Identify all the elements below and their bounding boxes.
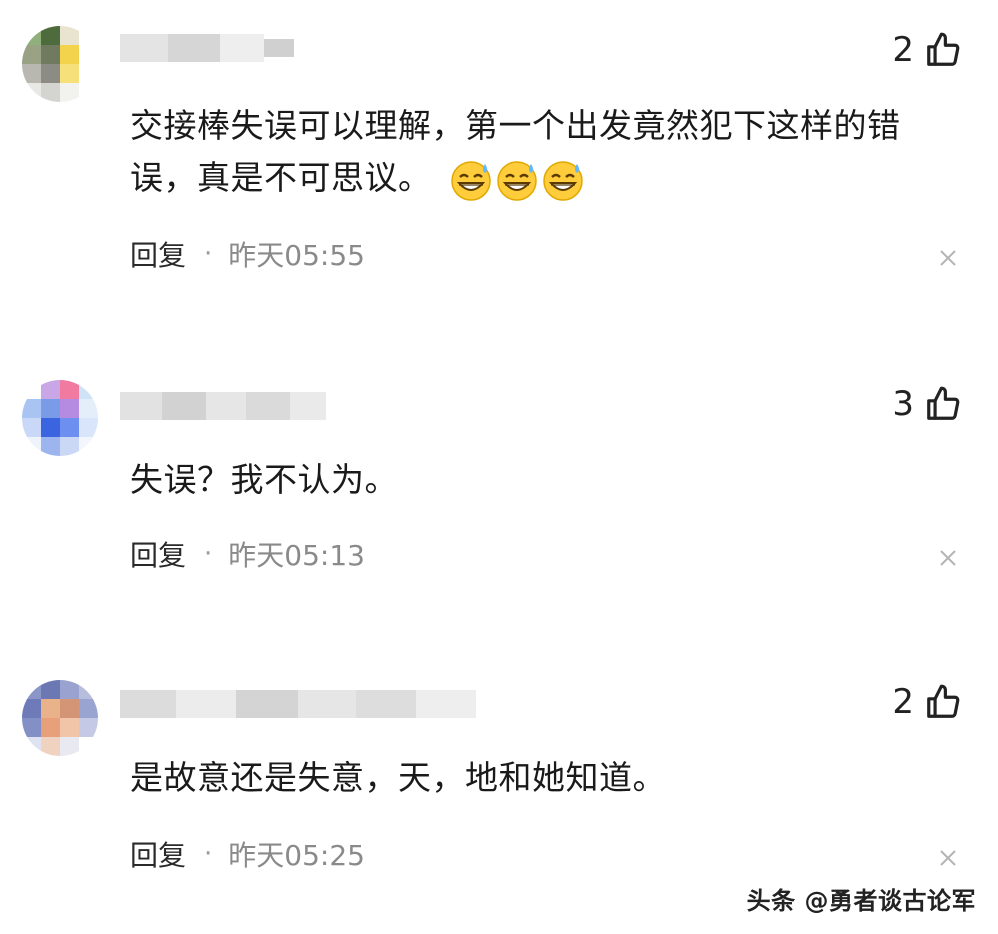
avatar[interactable] bbox=[22, 380, 98, 456]
close-icon[interactable] bbox=[938, 548, 958, 568]
like-count: 2 bbox=[892, 682, 914, 722]
comment-item: 3 失误？我不认为。 回复 · 昨天05:13 bbox=[0, 360, 998, 610]
comment-actions: 回复 · 昨天05:55 bbox=[130, 234, 365, 274]
comment-time: 昨天05:55 bbox=[228, 239, 365, 272]
thumbs-up-icon bbox=[927, 386, 960, 420]
username-blurred[interactable] bbox=[120, 384, 326, 428]
comment-item: 2 是故意还是失意，天，地和她知道。 回复 · 昨天05:25 bbox=[0, 660, 998, 900]
comment-text: 失误？我不认为。 bbox=[130, 460, 398, 499]
like-count: 3 bbox=[892, 384, 914, 424]
thumbs-up-icon bbox=[927, 684, 960, 718]
like-button[interactable]: 3 bbox=[892, 384, 962, 424]
reply-button[interactable]: 回复 bbox=[130, 834, 186, 874]
separator-dot: · bbox=[204, 539, 213, 569]
reply-button[interactable]: 回复 bbox=[130, 234, 186, 274]
like-count: 2 bbox=[892, 30, 914, 70]
sweat-smile-emoji bbox=[496, 160, 537, 201]
emoji-group bbox=[449, 158, 585, 202]
close-icon[interactable] bbox=[938, 848, 958, 868]
username-blurred[interactable] bbox=[120, 26, 294, 70]
comment-text: 交接棒失误可以理解，第一个出发竟然犯下这样的错误，真是不可思议。 bbox=[130, 100, 950, 204]
comment-text: 是故意还是失意，天，地和她知道。 bbox=[130, 758, 666, 797]
sweat-smile-emoji bbox=[542, 160, 583, 201]
comment-time: 昨天05:13 bbox=[228, 539, 365, 572]
separator-dot: · bbox=[204, 239, 213, 269]
avatar[interactable] bbox=[22, 680, 98, 756]
comment-actions: 回复 · 昨天05:13 bbox=[130, 534, 365, 574]
comment-actions: 回复 · 昨天05:25 bbox=[130, 834, 365, 874]
close-icon[interactable] bbox=[938, 248, 958, 268]
sweat-smile-emoji bbox=[450, 160, 491, 201]
username-blurred[interactable] bbox=[120, 682, 476, 726]
reply-button[interactable]: 回复 bbox=[130, 534, 186, 574]
thumbs-up-icon bbox=[927, 32, 960, 66]
comment-time: 昨天05:25 bbox=[228, 839, 365, 872]
watermark: 头条 @勇者谈古论军 bbox=[746, 887, 976, 915]
avatar[interactable] bbox=[22, 26, 98, 102]
comment-item: 2 交接棒失误可以理解，第一个出发竟然犯下这样的错误，真是不可思议。 回复 · … bbox=[0, 0, 998, 320]
separator-dot: · bbox=[204, 839, 213, 869]
like-button[interactable]: 2 bbox=[892, 30, 962, 70]
like-button[interactable]: 2 bbox=[892, 682, 962, 722]
